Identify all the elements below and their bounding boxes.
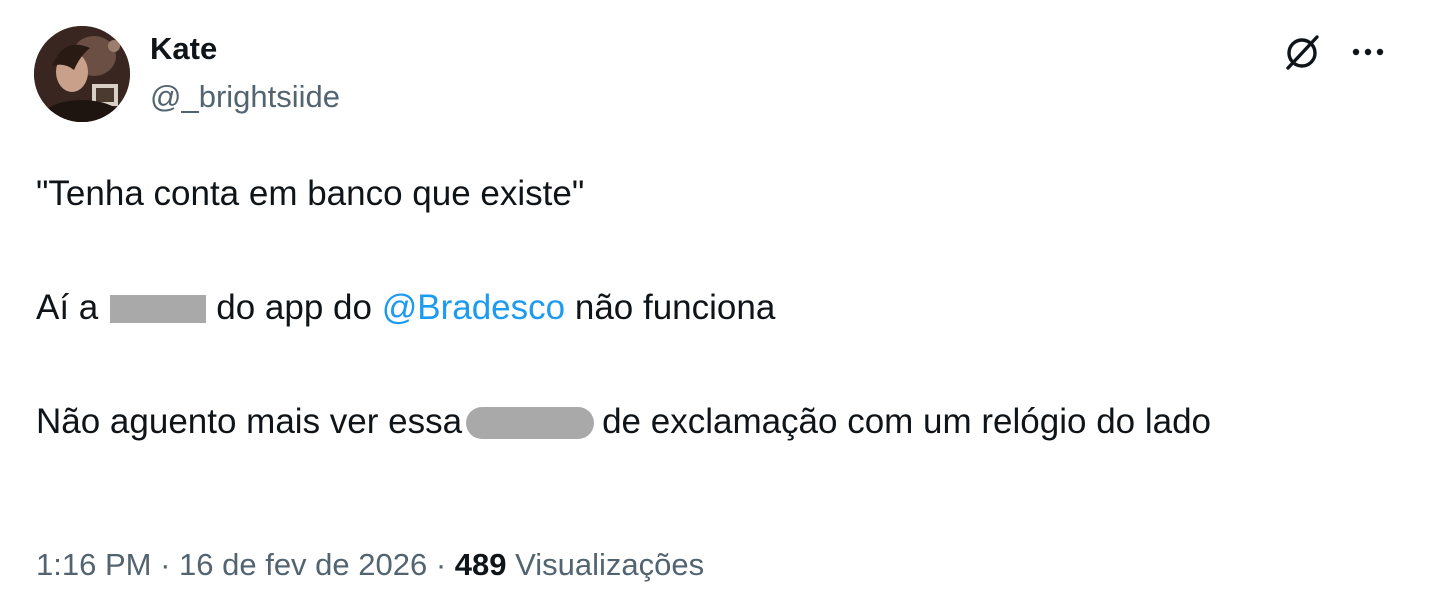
redaction-block [466, 407, 595, 439]
tweet-text-segment: do app do [216, 288, 372, 327]
tweet-text-segment: Aí a [36, 288, 99, 327]
tweet-line-2: Aí a do app do @Bradesco não funciona [36, 279, 1376, 336]
tweet-text-segment: Não aguento mais ver essa [36, 402, 463, 441]
tweet-date: 16 de fev de 2026 [179, 547, 428, 582]
views-label: Visualizações [515, 547, 705, 582]
redaction-block [110, 295, 207, 323]
tweet-card: Kate @_brightsiide "Tenha conta em banco… [0, 0, 1435, 610]
author-name[interactable]: Kate [150, 30, 217, 68]
tweet-metadata: 1:16 PM · 16 de fev de 2026 · 489 Visual… [36, 545, 704, 585]
tweet-timestamp[interactable]: 1:16 PM · 16 de fev de 2026 [36, 547, 427, 582]
views-count: 489 [454, 547, 507, 582]
grok-icon[interactable] [1280, 30, 1324, 74]
tweet-line-1: "Tenha conta em banco que existe" [36, 174, 585, 213]
tweet-text-segment: de exclamação com um relógio do lado [602, 402, 1212, 441]
tweet-line-3: Não aguento mais ver essa de exclamação c… [36, 393, 1376, 450]
tweet-text-segment: não funciona [574, 288, 776, 327]
author-handle[interactable]: @_brightsiide [150, 78, 340, 116]
user-avatar-photo[interactable] [34, 26, 130, 122]
mention-link[interactable]: @Bradesco [382, 288, 565, 327]
separator: · [151, 547, 180, 582]
more-options-icon[interactable] [1346, 30, 1390, 74]
separator: · [427, 547, 455, 582]
tweet-time: 1:16 PM [36, 547, 152, 582]
tweet-text: "Tenha conta em banco que existe" Aí a do… [36, 165, 1376, 450]
